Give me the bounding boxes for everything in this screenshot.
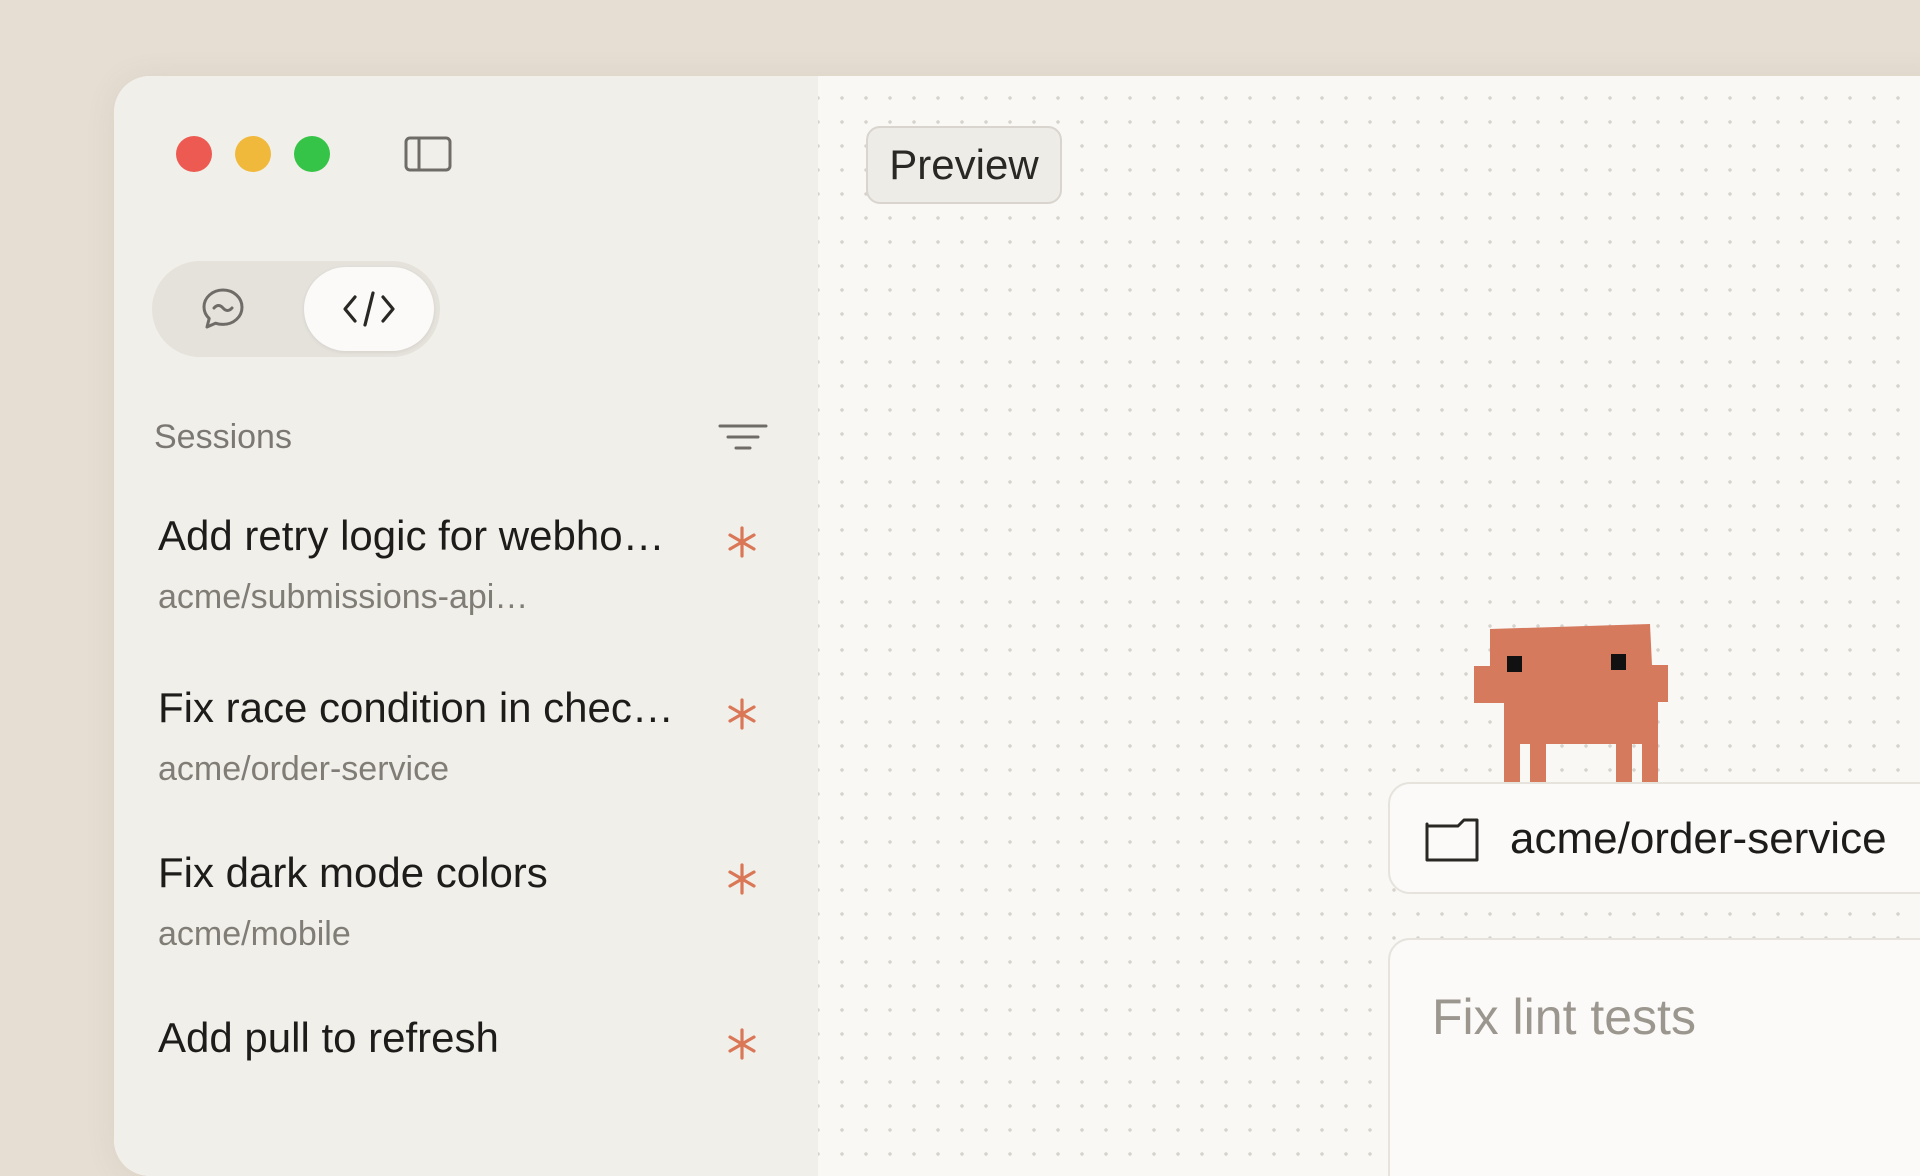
session-repo: acme/submissions-api… — [158, 578, 529, 616]
session-title: Add pull to refresh — [158, 1014, 499, 1061]
mode-switch — [152, 261, 440, 357]
code-brackets-icon — [343, 291, 395, 327]
session-item[interactable]: Fix dark mode colors acme/mobile — [158, 849, 778, 979]
session-item[interactable]: Fix race condition in chec… acme/order-s… — [158, 684, 778, 814]
zoom-window-button[interactable] — [294, 136, 330, 172]
prompt-placeholder: Fix lint tests — [1432, 989, 1696, 1045]
chat-bubble-icon — [202, 288, 244, 329]
session-item[interactable]: Add retry logic for webho… acme/submissi… — [158, 512, 778, 642]
session-item[interactable]: Add pull to refresh — [158, 1014, 778, 1144]
app-window: Sessions Add retry logic for webho… acme… — [114, 76, 1920, 1176]
asterisk-icon — [728, 698, 756, 730]
session-repo: acme/mobile — [158, 915, 351, 953]
sidebar-toggle-icon — [404, 136, 452, 172]
repo-selector-value: acme/order-service — [1510, 814, 1887, 863]
session-title: Add retry logic for webho… — [158, 512, 665, 559]
pixel-creature-mascot — [1474, 624, 1668, 784]
main-canvas: Preview acme/order-service Fix lint test… — [818, 76, 1920, 1176]
asterisk-icon — [728, 1028, 756, 1060]
asterisk-icon — [728, 863, 756, 895]
sidebar-toggle-button[interactable] — [404, 135, 452, 173]
folder-icon — [1425, 818, 1479, 862]
sidebar: Sessions Add retry logic for webho… acme… — [114, 76, 818, 1176]
session-title: Fix race condition in chec… — [158, 684, 674, 731]
minimize-window-button[interactable] — [235, 136, 271, 172]
repo-selector[interactable]: acme/order-service — [1388, 782, 1920, 894]
filter-button[interactable] — [718, 422, 768, 459]
session-title: Fix dark mode colors — [158, 849, 548, 896]
sessions-heading: Sessions — [154, 418, 292, 456]
preview-button[interactable]: Preview — [866, 126, 1062, 204]
asterisk-icon — [728, 526, 756, 558]
chat-mode-button[interactable] — [158, 267, 288, 351]
code-mode-button[interactable] — [304, 267, 434, 351]
filter-icon — [718, 424, 768, 450]
prompt-input[interactable]: Fix lint tests — [1388, 938, 1920, 1176]
session-repo: acme/order-service — [158, 750, 449, 788]
close-window-button[interactable] — [176, 136, 212, 172]
